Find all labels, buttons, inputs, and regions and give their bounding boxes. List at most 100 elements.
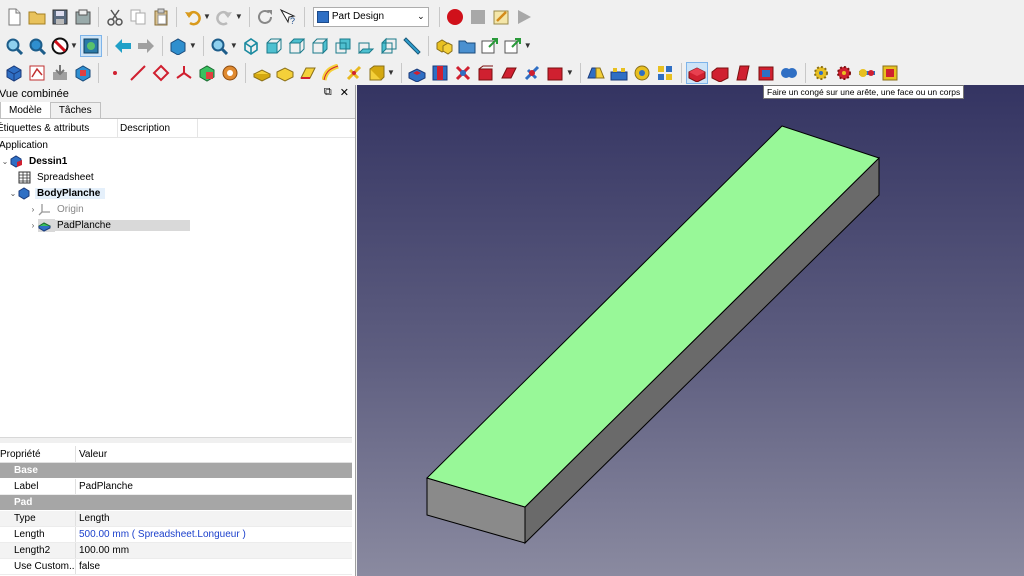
property-row-length2[interactable]: Length2 100.00 mm [0,543,352,559]
property-value[interactable]: false [76,561,100,572]
pad-icon[interactable] [252,63,272,83]
stereo-icon[interactable] [168,36,188,56]
subtractive-helix-icon[interactable] [522,63,542,83]
refresh-icon[interactable] [255,7,275,27]
import-icon[interactable] [880,63,900,83]
tab-model[interactable]: Modèle [0,101,51,118]
whats-this-icon[interactable]: ? [278,7,298,27]
validate-sketch-icon[interactable] [50,63,70,83]
shape-binder-icon[interactable] [73,63,93,83]
chevron-down-icon[interactable]: ⌄ [8,189,18,198]
additive-primitive-icon[interactable] [367,63,387,83]
stereo-dropdown-icon[interactable]: ▼ [189,41,197,50]
link-actions-icon[interactable] [503,36,523,56]
draft-icon[interactable] [733,63,753,83]
group-folder-icon[interactable] [457,36,477,56]
subtractive-loft-icon[interactable] [476,63,496,83]
column-header-value[interactable]: Valeur [76,449,107,460]
close-icon[interactable]: ✕ [340,86,349,99]
panel-splitter[interactable] [0,437,352,443]
column-header-description[interactable]: Description [118,119,198,137]
revolution-icon[interactable] [275,63,295,83]
chevron-down-icon[interactable]: ⌄ [0,157,10,166]
fillet-icon[interactable] [686,61,709,84]
property-value[interactable]: Length [76,513,110,524]
3d-viewport[interactable] [357,85,1024,576]
property-value[interactable]: 100.00 mm [76,545,129,556]
zoom-dropdown-icon[interactable]: ▼ [230,41,238,50]
forward-icon[interactable] [136,36,156,56]
cut-icon[interactable] [105,7,125,27]
property-value-expression[interactable]: 500.00 mm ( Spreadsheet.Longueur ) [76,529,246,540]
column-header-property[interactable]: Propriété [0,446,76,462]
sub-shape-binder-icon[interactable] [197,63,217,83]
3d-model-canvas[interactable] [357,85,1024,576]
tab-tasks[interactable]: Tâches [49,102,101,118]
fit-all-icon[interactable] [4,36,24,56]
datum-plane-icon[interactable] [151,63,171,83]
draw-style-icon[interactable] [50,36,70,56]
tree-item-document[interactable]: ⌄ Dessin1 [0,153,355,169]
subtractive-pipe-icon[interactable] [499,63,519,83]
board-top-face[interactable] [426,125,880,508]
property-group-base[interactable]: Base [0,463,352,479]
copy-icon[interactable] [128,7,148,27]
property-row-length[interactable]: Length 500.00 mm ( Spreadsheet.Longueur … [0,527,352,543]
workbench-selector[interactable]: Part Design ⌄ [312,6,429,27]
right-view-icon[interactable] [310,36,330,56]
datum-line-icon[interactable] [128,63,148,83]
redo-icon[interactable] [214,7,234,27]
top-view-icon[interactable] [287,36,307,56]
shaft-wizard-icon[interactable] [857,63,877,83]
additive-primitive-dropdown-icon[interactable]: ▼ [387,68,395,77]
boolean-icon[interactable] [779,63,799,83]
save-as-icon[interactable] [73,7,93,27]
part-icon[interactable] [434,36,454,56]
thickness-icon[interactable] [756,63,776,83]
bottom-view-icon[interactable] [356,36,376,56]
undo-dropdown-icon[interactable]: ▼ [203,12,211,21]
left-view-icon[interactable] [379,36,399,56]
float-panel-icon[interactable]: ⧉ [324,86,332,99]
fit-selection-icon[interactable] [27,36,47,56]
new-document-icon[interactable] [4,7,24,27]
chevron-right-icon[interactable]: › [28,221,38,230]
additive-helix-icon[interactable] [344,63,364,83]
zoom-icon[interactable] [209,36,229,56]
tree-item-pad[interactable]: › PadPlanche [0,217,355,233]
property-row-type[interactable]: Type Length [0,511,352,527]
link-icon[interactable] [480,36,500,56]
redo-dropdown-icon[interactable]: ▼ [235,12,243,21]
property-row-label[interactable]: Label PadPlanche [0,479,352,495]
stop-macro-icon[interactable] [468,7,488,27]
property-group-pad[interactable]: Pad [0,495,352,511]
additive-pipe-icon[interactable] [321,63,341,83]
rear-view-icon[interactable] [333,36,353,56]
create-body-icon[interactable] [4,63,24,83]
measure-icon[interactable] [402,36,422,56]
groove-icon[interactable] [453,63,473,83]
hole-icon[interactable] [430,63,450,83]
open-folder-icon[interactable] [27,7,47,27]
subtractive-primitive-dropdown-icon[interactable]: ▼ [566,68,574,77]
column-header-labels[interactable]: Étiquettes & attributs [0,119,118,137]
linear-pattern-icon[interactable] [609,63,629,83]
play-macro-icon[interactable] [514,7,534,27]
subtractive-primitive-icon[interactable] [545,63,565,83]
chevron-right-icon[interactable]: › [28,205,38,214]
polar-pattern-icon[interactable] [632,63,652,83]
undo-icon[interactable] [183,7,203,27]
multi-transform-icon[interactable] [655,63,675,83]
record-macro-icon[interactable] [445,7,465,27]
additive-loft-icon[interactable] [298,63,318,83]
paste-icon[interactable] [151,7,171,27]
property-value[interactable]: PadPlanche [76,481,133,492]
back-icon[interactable] [113,36,133,56]
involute-gear-icon[interactable] [834,63,854,83]
edit-macro-icon[interactable] [491,7,511,27]
tree-item-spreadsheet[interactable]: Spreadsheet [0,169,355,185]
bounding-box-icon[interactable] [80,34,103,57]
chamfer-icon[interactable] [710,63,730,83]
mirrored-icon[interactable] [586,63,606,83]
save-icon[interactable] [50,7,70,27]
